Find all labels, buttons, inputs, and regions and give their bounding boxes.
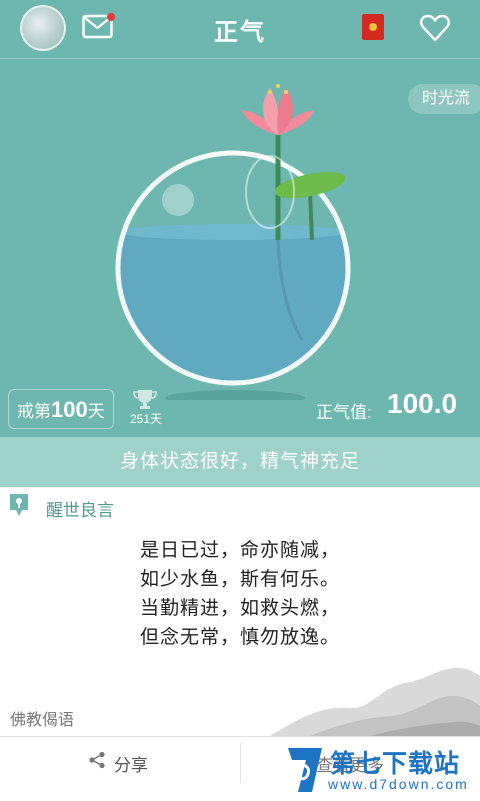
red-envelope-icon[interactable]	[362, 14, 384, 40]
share-icon	[89, 751, 105, 769]
time-flow-button[interactable]: 时光流	[407, 84, 480, 114]
share-label: 分享	[114, 756, 148, 775]
qi-value: 100.0	[387, 388, 458, 419]
ink-mountain-illustration	[270, 667, 480, 736]
main-panel: 正气 时光流 戒第100天 251天 正气值: 100.0	[0, 0, 480, 437]
divider	[240, 743, 241, 783]
watermark-name: 第七下载站	[330, 750, 461, 778]
poem-line: 是日已过，命亦随减，	[139, 540, 340, 561]
poem: 是日已过，命亦随减， 如少水鱼，斯有何乐。 当勤精进，如救头燃， 但念无常，慎勿…	[0, 536, 480, 652]
wisdom-title: 醒世良言	[46, 501, 114, 520]
trophy-count: 251天	[129, 412, 163, 426]
poem-line: 如少水鱼，斯有何乐。	[139, 569, 340, 590]
streak-days: 100	[51, 397, 88, 422]
watermark-url: www.d7down.com	[328, 776, 469, 792]
location-pin-icon	[10, 494, 28, 516]
poem-line: 当勤精进，如救头燃，	[139, 598, 340, 619]
qi-label: 正气值:	[316, 403, 372, 422]
watermark-logo-icon	[288, 748, 322, 792]
page-title: 正气	[214, 19, 266, 46]
streak-counter: 戒第100天	[8, 389, 114, 429]
trophy-icon	[133, 390, 157, 409]
heart-icon[interactable]	[420, 14, 450, 42]
streak-suffix: 天	[87, 402, 105, 421]
watermark: 第七下载站 www.d7down.com	[286, 742, 480, 800]
lotus-bowl-illustration	[115, 84, 351, 400]
share-button[interactable]: 分享	[0, 737, 240, 785]
status-banner: 身体状态很好，精气神充足	[0, 437, 480, 487]
wisdom-card: 醒世良言 是日已过，命亦随减， 如少水鱼，斯有何乐。 当勤精进，如救头燃， 但念…	[0, 488, 480, 736]
poem-line: 但念无常，慎勿放逸。	[139, 627, 340, 648]
header-bar: 正气	[0, 0, 480, 59]
poem-source: 佛教偈语	[10, 712, 75, 729]
streak-prefix: 戒第	[17, 402, 51, 421]
